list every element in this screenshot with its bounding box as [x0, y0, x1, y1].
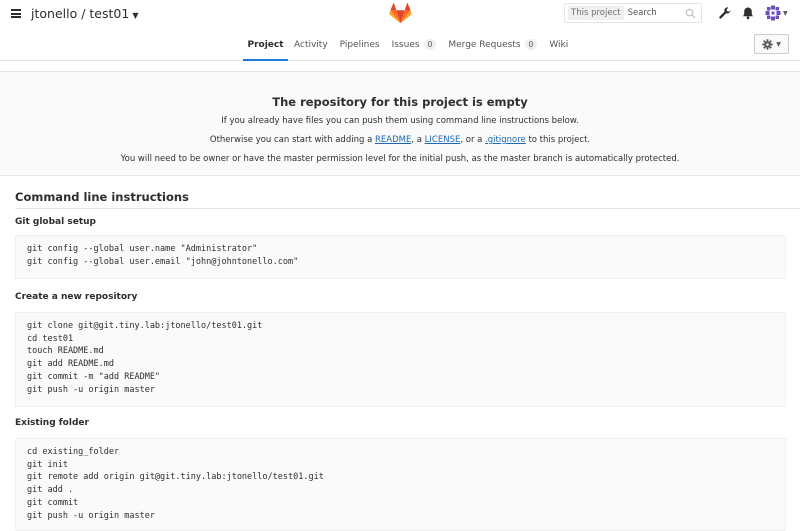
- tab-activity[interactable]: Activity: [288, 28, 334, 61]
- code-block-git-global-setup[interactable]: git config --global user.name "Administr…: [15, 235, 786, 279]
- code-line: git remote add origin git@git.tiny.lab:j…: [27, 472, 324, 483]
- project-nav: Project Activity Pipelines Issues 0 Merge…: [0, 28, 800, 61]
- project-settings-button[interactable]: ▼: [754, 34, 789, 54]
- project-title-dropdown[interactable]: jtonello / test01 ▼: [31, 6, 138, 21]
- code-line: git add .: [27, 485, 74, 496]
- issues-count-badge: 0: [423, 39, 437, 50]
- code-line: git add README.md: [27, 359, 114, 370]
- empty-line-1: If you already have files you can push t…: [221, 116, 579, 126]
- gitignore-link[interactable]: .gitignore: [485, 135, 526, 145]
- code-line: git config --global user.name "Administr…: [27, 244, 258, 254]
- chevron-down-icon: ▼: [776, 40, 781, 48]
- project-title: jtonello / test01: [31, 6, 130, 21]
- chevron-down-icon[interactable]: ▼: [783, 10, 788, 17]
- code-line: git clone git@git.tiny.lab:jtonello/test…: [27, 321, 263, 331]
- code-line: cd existing_folder: [27, 447, 120, 457]
- search-input[interactable]: [627, 8, 688, 18]
- code-line: git commit: [27, 497, 79, 508]
- license-link[interactable]: LICENSE: [425, 135, 461, 145]
- wrench-icon[interactable]: [718, 6, 732, 20]
- menu-icon[interactable]: [11, 9, 21, 18]
- code-line: cd test01: [27, 333, 74, 344]
- gitlab-logo[interactable]: [389, 2, 412, 24]
- code-line: git commit -m "add README": [27, 371, 161, 382]
- tab-merge-requests[interactable]: Merge Requests 0: [442, 28, 543, 61]
- empty-repository-title: The repository for this project is empty: [272, 95, 528, 109]
- avatar[interactable]: [765, 5, 781, 21]
- code-block-existing-folder[interactable]: cd existing_folder git init git remote a…: [15, 438, 786, 531]
- code-line: git push -u origin master: [27, 510, 155, 521]
- search-box[interactable]: This project: [564, 3, 702, 23]
- empty-repository-banner: The repository for this project is empty…: [0, 71, 800, 176]
- tab-issues[interactable]: Issues 0: [386, 28, 443, 61]
- search-icon: [685, 8, 696, 19]
- tab-wiki[interactable]: Wiki: [543, 28, 574, 61]
- code-line: touch README.md: [27, 346, 104, 357]
- section-title-git-global-setup: Git global setup: [15, 217, 96, 227]
- divider: [15, 208, 800, 209]
- section-title-existing-folder: Existing folder: [15, 418, 89, 428]
- tab-project[interactable]: Project: [243, 28, 288, 61]
- code-line: git config --global user.email "john@joh…: [27, 256, 299, 267]
- top-header: jtonello / test01 ▼ This project Search …: [0, 0, 800, 28]
- gear-icon: [762, 38, 773, 50]
- nav-tabs: Project Activity Pipelines Issues 0 Merge…: [243, 28, 574, 61]
- readme-link[interactable]: README: [375, 135, 411, 145]
- code-line: git init: [27, 459, 68, 470]
- empty-line-2: Otherwise you can start with adding a RE…: [209, 135, 591, 145]
- empty-line-3: You will need to be owner or have the ma…: [120, 154, 680, 164]
- code-block-create-new-repository[interactable]: git clone git@git.tiny.lab:jtonello/test…: [15, 312, 786, 407]
- merge-requests-count-badge: 0: [524, 39, 538, 50]
- tab-pipelines[interactable]: Pipelines: [334, 28, 386, 61]
- code-line: git push -u origin master: [27, 384, 155, 395]
- chevron-down-icon: ▼: [132, 11, 139, 20]
- section-title-create-new-repository: Create a new repository: [15, 292, 138, 302]
- cli-instructions-title: Command line instructions: [15, 190, 189, 204]
- search-scope-badge[interactable]: This project: [568, 6, 624, 20]
- bell-icon[interactable]: [741, 6, 755, 20]
